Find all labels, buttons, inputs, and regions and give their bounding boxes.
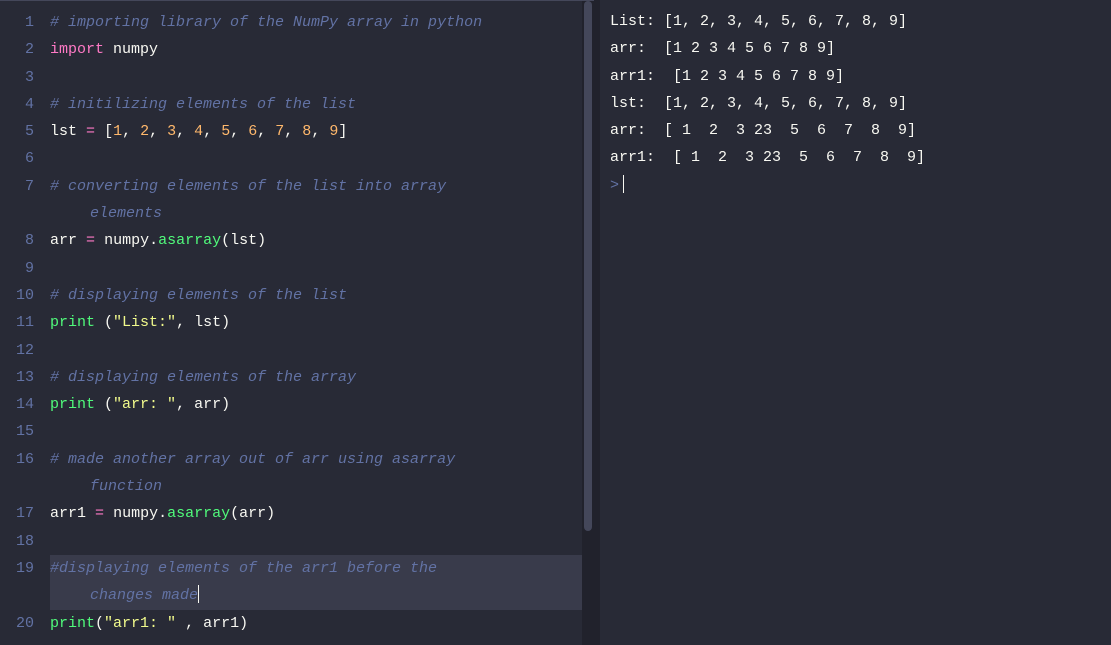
- prompt-symbol: >: [610, 177, 619, 194]
- code-line[interactable]: print("arr1: " , arr1): [50, 610, 594, 637]
- line-number: 11: [0, 309, 44, 336]
- code-line[interactable]: lst = [1, 2, 3, 4, 5, 6, 7, 8, 9]: [50, 118, 594, 145]
- code-area[interactable]: # importing library of the NumPy array i…: [44, 1, 594, 645]
- code-line[interactable]: # displaying elements of the list: [50, 282, 594, 309]
- line-number: 1: [0, 9, 44, 36]
- line-number: 16: [0, 446, 44, 473]
- code-line[interactable]: [50, 528, 594, 555]
- code-editor-pane[interactable]: 1234567891011121314151617181920 # import…: [0, 0, 594, 645]
- code-line[interactable]: [50, 255, 594, 282]
- line-number: 14: [0, 391, 44, 418]
- code-line-wrap[interactable]: function: [50, 473, 594, 500]
- line-number: 10: [0, 282, 44, 309]
- output-line: arr: [ 1 2 3 23 5 6 7 8 9]: [610, 117, 1101, 144]
- line-number: 6: [0, 145, 44, 172]
- line-number: 20: [0, 610, 44, 637]
- code-line[interactable]: arr1 = numpy.asarray(arr): [50, 500, 594, 527]
- line-number: 4: [0, 91, 44, 118]
- code-line[interactable]: # converting elements of the list into a…: [50, 173, 594, 200]
- code-line[interactable]: # importing library of the NumPy array i…: [50, 9, 594, 36]
- code-line[interactable]: [50, 337, 594, 364]
- line-number: 5: [0, 118, 44, 145]
- line-number: 9: [0, 255, 44, 282]
- code-line[interactable]: [50, 418, 594, 445]
- code-line[interactable]: [50, 145, 594, 172]
- code-line[interactable]: # displaying elements of the array: [50, 364, 594, 391]
- code-line[interactable]: [50, 64, 594, 91]
- line-number-continuation: [0, 582, 44, 609]
- scrollbar-thumb[interactable]: [584, 1, 592, 531]
- code-line[interactable]: print ("arr: ", arr): [50, 391, 594, 418]
- text-cursor: [198, 585, 199, 603]
- line-number: 7: [0, 173, 44, 200]
- line-number: 18: [0, 528, 44, 555]
- code-line-wrap[interactable]: changes made: [50, 582, 594, 609]
- code-line[interactable]: print ("List:", lst): [50, 309, 594, 336]
- line-number: 8: [0, 227, 44, 254]
- output-pane[interactable]: List: [1, 2, 3, 4, 5, 6, 7, 8, 9]arr: [1…: [600, 0, 1111, 645]
- line-number-continuation: [0, 200, 44, 227]
- output-line: lst: [1, 2, 3, 4, 5, 6, 7, 8, 9]: [610, 90, 1101, 117]
- line-number: 15: [0, 418, 44, 445]
- output-line: arr1: [ 1 2 3 23 5 6 7 8 9]: [610, 144, 1101, 171]
- line-number: 13: [0, 364, 44, 391]
- output-line: arr: [1 2 3 4 5 6 7 8 9]: [610, 35, 1101, 62]
- code-line[interactable]: import numpy: [50, 36, 594, 63]
- code-line[interactable]: #displaying elements of the arr1 before …: [50, 555, 594, 582]
- line-number: 3: [0, 64, 44, 91]
- line-number: 19: [0, 555, 44, 582]
- editor-scrollbar[interactable]: [582, 1, 594, 645]
- line-number-continuation: [0, 473, 44, 500]
- code-line-wrap[interactable]: elements: [50, 200, 594, 227]
- prompt-line[interactable]: >: [610, 172, 1101, 199]
- line-number: 12: [0, 337, 44, 364]
- code-line[interactable]: # made another array out of arr using as…: [50, 446, 594, 473]
- code-line[interactable]: arr = numpy.asarray(lst): [50, 227, 594, 254]
- output-line: arr1: [1 2 3 4 5 6 7 8 9]: [610, 63, 1101, 90]
- output-cursor: [623, 175, 624, 193]
- line-number: 2: [0, 36, 44, 63]
- line-number: 17: [0, 500, 44, 527]
- line-number-gutter: 1234567891011121314151617181920: [0, 1, 44, 645]
- output-line: List: [1, 2, 3, 4, 5, 6, 7, 8, 9]: [610, 8, 1101, 35]
- code-line[interactable]: # initilizing elements of the list: [50, 91, 594, 118]
